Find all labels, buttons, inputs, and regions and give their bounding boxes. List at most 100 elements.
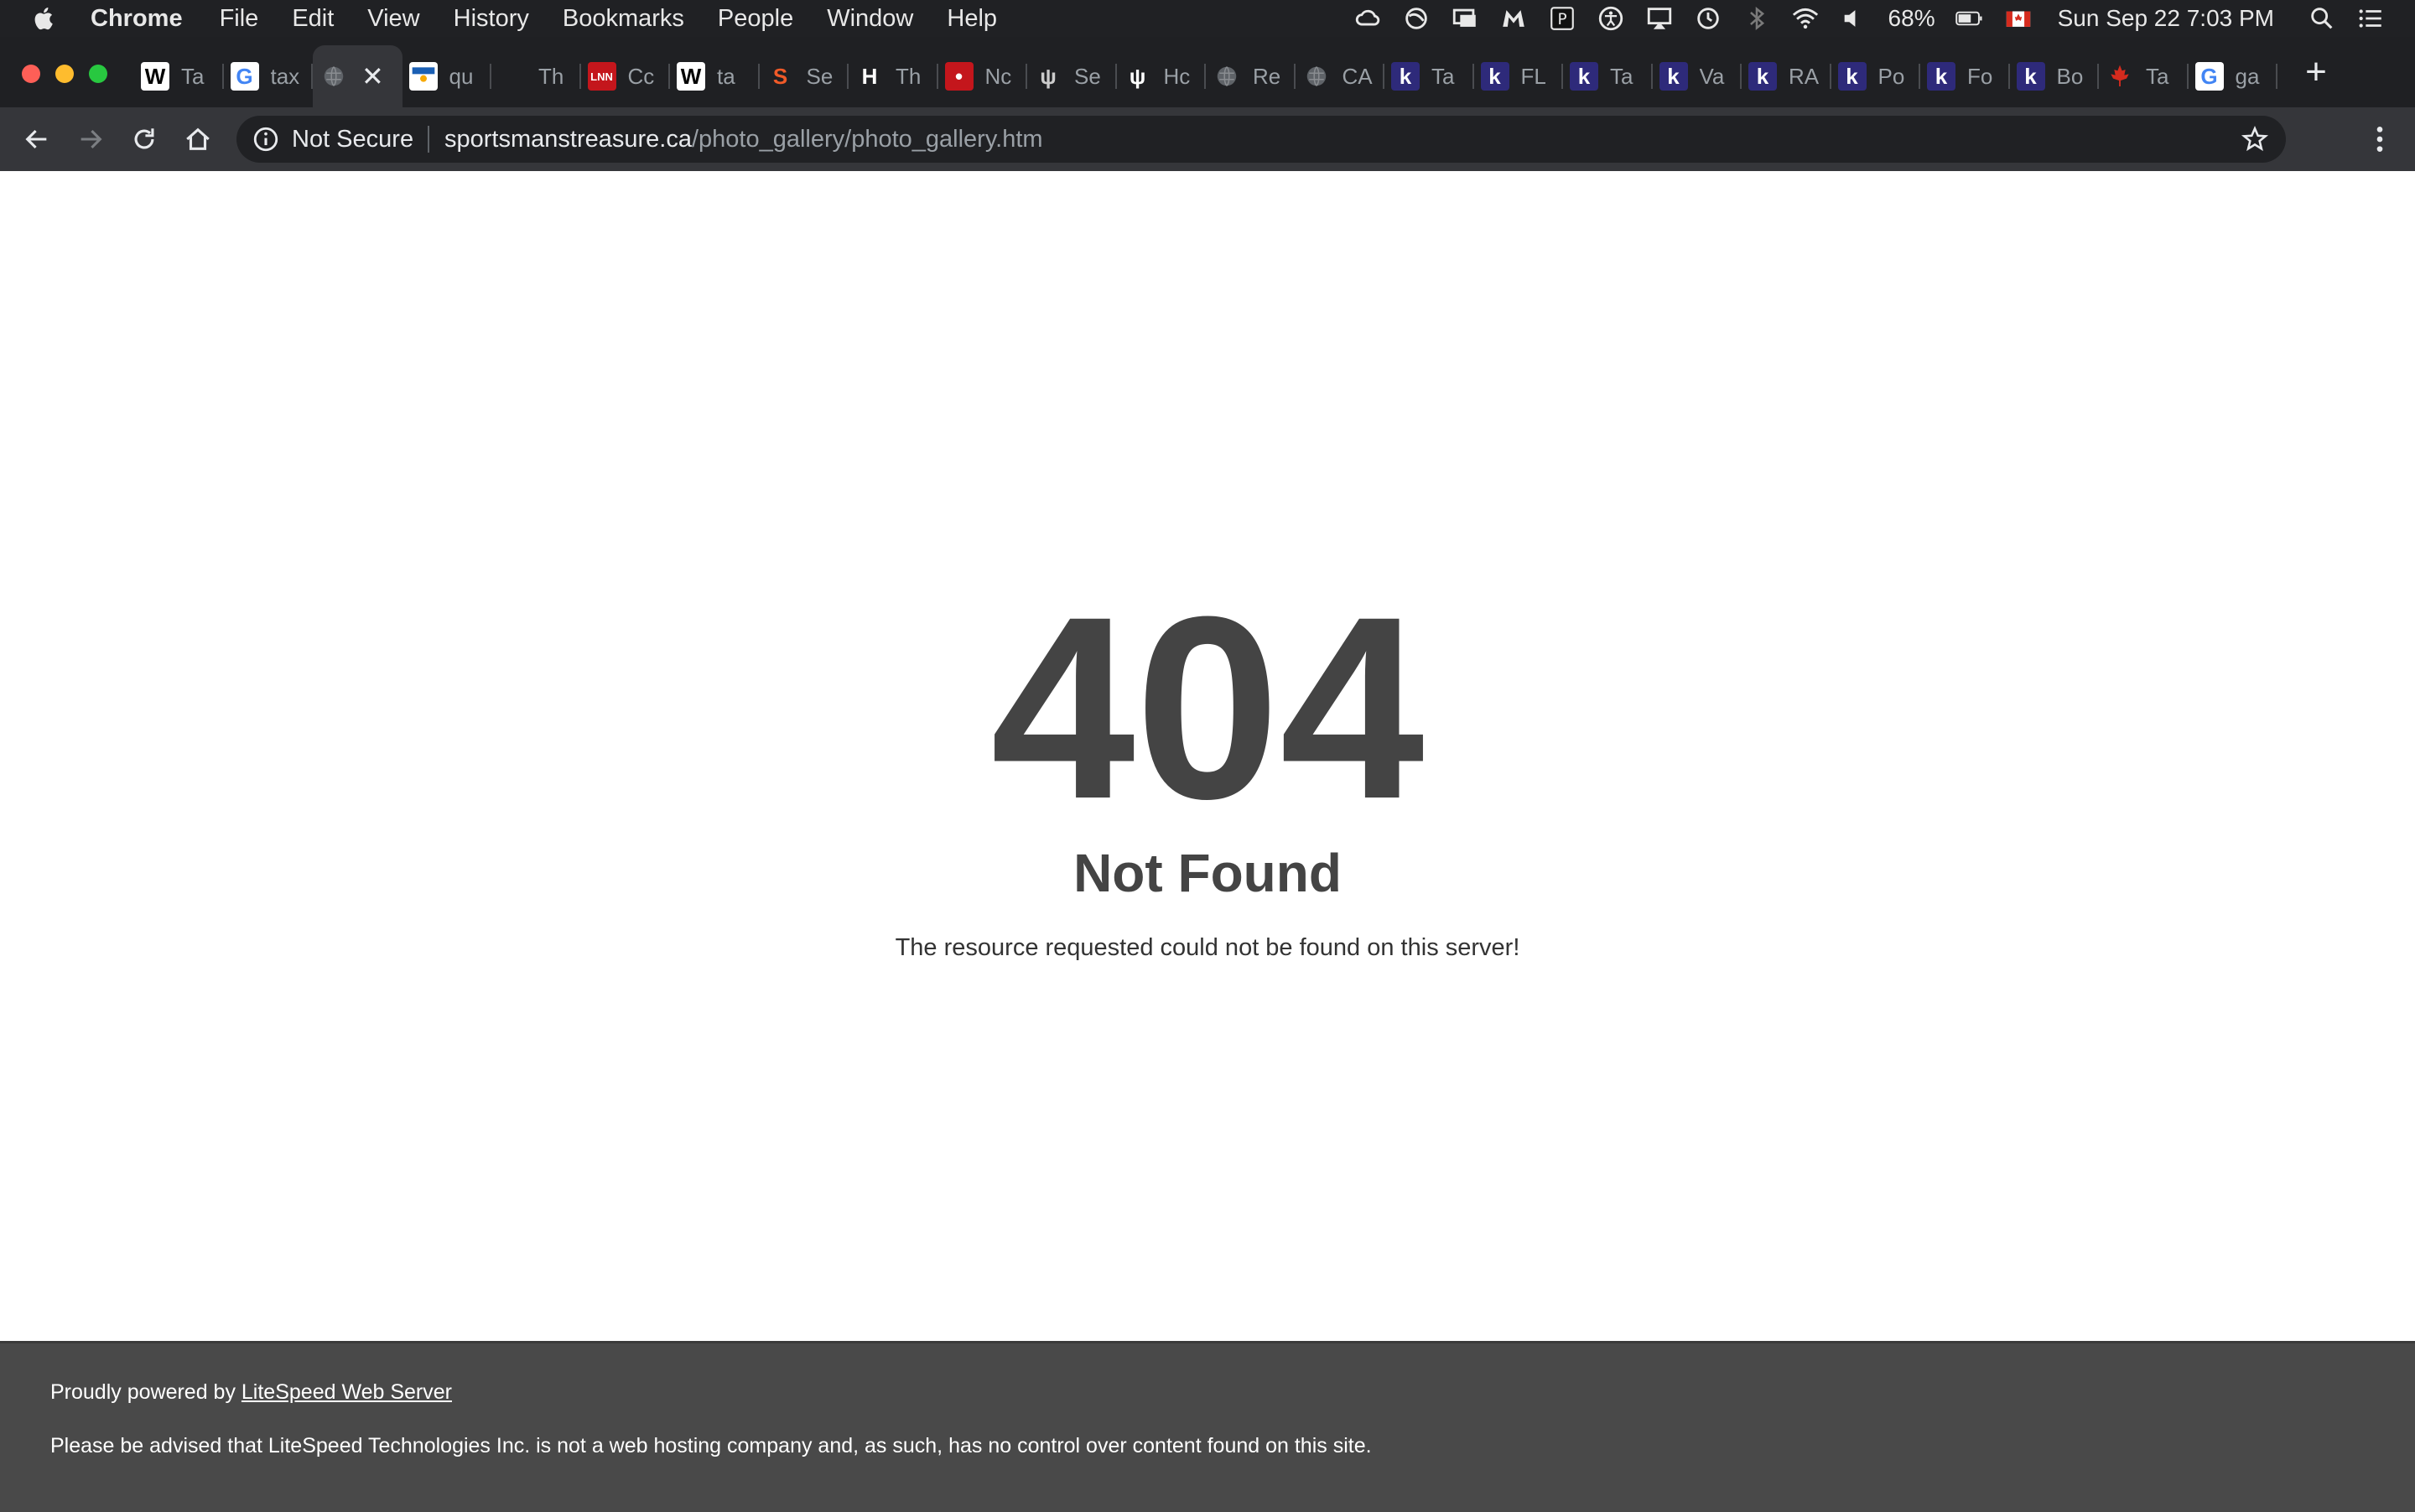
- browser-tab[interactable]: Ta: [2099, 45, 2189, 107]
- battery-icon[interactable]: [1955, 4, 1984, 33]
- notification-center-icon[interactable]: [2356, 4, 2385, 33]
- browser-tab[interactable]: k RA: [1742, 45, 1831, 107]
- sync-icon[interactable]: [1402, 4, 1431, 33]
- browser-tab[interactable]: H Th: [849, 45, 938, 107]
- tab-favicon-icon: W: [141, 62, 169, 91]
- tab-title: Se: [806, 63, 834, 89]
- menu-history[interactable]: History: [454, 5, 529, 33]
- creative-cloud-icon[interactable]: [1353, 4, 1382, 33]
- accessibility-icon[interactable]: [1597, 4, 1625, 33]
- browser-tab[interactable]: Re: [1206, 45, 1296, 107]
- browser-tab[interactable]: ✕: [313, 45, 402, 107]
- menu-people[interactable]: People: [718, 5, 793, 33]
- menu-app-chrome[interactable]: Chrome: [91, 5, 183, 33]
- browser-tab[interactable]: W Ta: [134, 45, 224, 107]
- tab-title: Nc: [984, 63, 1012, 89]
- menu-file[interactable]: File: [220, 5, 259, 33]
- browser-tab[interactable]: ψ Se: [1027, 45, 1117, 107]
- tab-favicon-icon: G: [2194, 62, 2224, 91]
- menu-view[interactable]: View: [367, 5, 419, 33]
- browser-tab[interactable]: k Fo: [1920, 45, 2010, 107]
- time-machine-icon[interactable]: [1694, 4, 1722, 33]
- browser-tab[interactable]: k Ta: [1384, 45, 1474, 107]
- wifi-icon[interactable]: [1791, 4, 1820, 33]
- volume-icon[interactable]: [1840, 4, 1868, 33]
- litespeed-link[interactable]: LiteSpeed Web Server: [242, 1380, 452, 1404]
- url-path: /photo_gallery/photo_gallery.htm: [691, 126, 1043, 153]
- display-share-icon[interactable]: [1451, 4, 1479, 33]
- tab-favicon-icon: k: [1659, 62, 1688, 91]
- canada-flag-icon[interactable]: [2004, 4, 2033, 33]
- home-button[interactable]: [178, 119, 218, 159]
- tab-list: W Ta Gtax ✕ qu Th LNN Cc Wta S Se H Th • Nc ψ Se ψ Hc Re CA k…: [134, 45, 2281, 107]
- forward-button[interactable]: [70, 119, 111, 159]
- tab-title: Se: [1074, 63, 1101, 89]
- url-text[interactable]: sportsmanstreasure.ca/photo_gallery/phot…: [444, 116, 1043, 163]
- window-zoom-button[interactable]: [89, 65, 107, 83]
- powered-by-prefix: Proudly powered by: [50, 1380, 242, 1404]
- browser-tab[interactable]: Wta: [670, 45, 760, 107]
- menu-bookmarks[interactable]: Bookmarks: [563, 5, 684, 33]
- window-close-button[interactable]: [22, 65, 40, 83]
- tab-title: Ta: [181, 63, 205, 89]
- tab-title: RA: [1789, 63, 1819, 89]
- menu-window[interactable]: Window: [827, 5, 913, 33]
- tab-favicon-icon: k: [1927, 62, 1955, 91]
- browser-tab[interactable]: CA: [1296, 45, 1384, 107]
- menu-edit[interactable]: Edit: [292, 5, 334, 33]
- svg-text:P: P: [1557, 11, 1566, 29]
- tab-close-icon[interactable]: ✕: [361, 60, 384, 92]
- info-icon[interactable]: [252, 125, 280, 153]
- browser-tab[interactable]: k Va: [1653, 45, 1742, 107]
- url-domain: sportsmanstreasure.ca: [444, 126, 692, 153]
- tab-title: Po: [1877, 63, 1905, 89]
- bluetooth-icon[interactable]: [1742, 4, 1771, 33]
- security-status[interactable]: Not Secure: [292, 116, 413, 163]
- back-button[interactable]: [17, 119, 57, 159]
- pdf-app-icon[interactable]: P: [1548, 4, 1576, 33]
- forward-arrow-icon: [80, 129, 102, 149]
- tab-title: ga: [2235, 63, 2260, 89]
- browser-tab[interactable]: • Nc: [938, 45, 1027, 107]
- browser-tab[interactable]: Gga: [2189, 45, 2277, 107]
- window-minimize-button[interactable]: [55, 65, 74, 83]
- menu-help[interactable]: Help: [947, 5, 997, 33]
- clock[interactable]: Sun Sep 22 7:03 PM: [2058, 5, 2274, 32]
- omnibox-divider: [428, 126, 429, 153]
- browser-tab[interactable]: ψ Hc: [1117, 45, 1206, 107]
- apple-icon[interactable]: [30, 4, 59, 33]
- browser-tab[interactable]: Th: [491, 45, 581, 107]
- address-bar[interactable]: Not Secure sportsmanstreasure.ca/photo_g…: [236, 116, 2286, 163]
- tab-title: Cc: [627, 63, 655, 89]
- page-footer: Proudly powered by LiteSpeed Web Server …: [0, 1341, 2415, 1512]
- browser-tab[interactable]: k Po: [1831, 45, 1920, 107]
- spotlight-search-icon[interactable]: [2308, 4, 2336, 33]
- browser-tab[interactable]: k Ta: [1563, 45, 1653, 107]
- browser-tab[interactable]: Gtax: [224, 45, 313, 107]
- tab-favicon-icon: k: [1837, 62, 1867, 91]
- browser-tab[interactable]: k FL: [1474, 45, 1563, 107]
- tab-favicon-icon: H: [861, 63, 878, 89]
- browser-tab[interactable]: qu: [402, 45, 491, 107]
- browser-tab[interactable]: LNN Cc: [581, 45, 670, 107]
- bookmark-star-icon[interactable]: [2241, 125, 2269, 153]
- tab-title: Re: [1253, 63, 1281, 89]
- home-icon: [186, 127, 210, 150]
- tab-favicon-icon: [498, 62, 527, 91]
- browser-toolbar: Not Secure sportsmanstreasure.ca/photo_g…: [0, 107, 2415, 171]
- airplay-icon[interactable]: [1645, 4, 1674, 33]
- reload-button[interactable]: [124, 119, 164, 159]
- tab-favicon-icon: ψ: [1129, 63, 1146, 89]
- browser-tab[interactable]: S Se: [760, 45, 849, 107]
- tab-favicon-icon: k: [2016, 62, 2045, 91]
- chrome-menu-icon[interactable]: [2363, 122, 2397, 156]
- tab-favicon-icon: [1302, 62, 1331, 91]
- battery-percent: 68%: [1888, 5, 1935, 31]
- browser-tab[interactable]: k Bo: [2010, 45, 2099, 107]
- tab-strip: W Ta Gtax ✕ qu Th LNN Cc Wta S Se H Th • Nc ψ Se ψ Hc Re CA k…: [0, 37, 2415, 107]
- new-tab-button[interactable]: +: [2294, 50, 2338, 94]
- malwarebytes-icon[interactable]: [1499, 4, 1528, 33]
- tab-favicon-icon: k: [1570, 62, 1598, 91]
- tab-title: Fo: [1967, 63, 1993, 89]
- error-title: Not Found: [1073, 843, 1342, 903]
